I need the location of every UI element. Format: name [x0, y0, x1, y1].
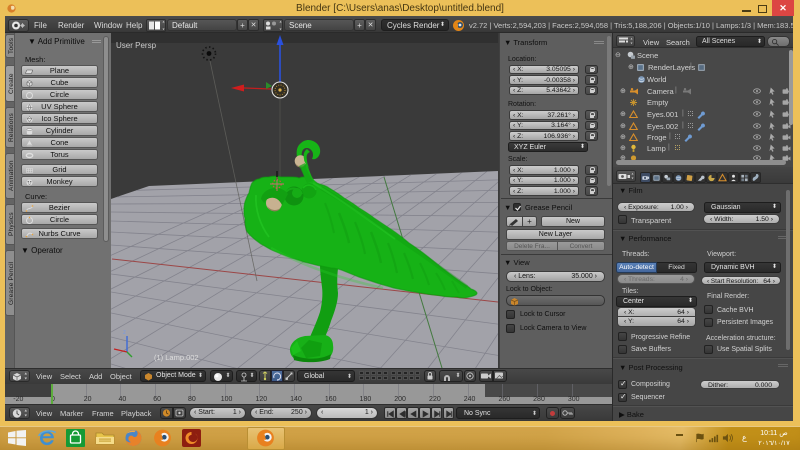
svg-text:User Persp: User Persp [116, 41, 157, 50]
svg-text:z: z [123, 330, 126, 336]
svg-text:(1) Lamp.002: (1) Lamp.002 [154, 353, 199, 362]
